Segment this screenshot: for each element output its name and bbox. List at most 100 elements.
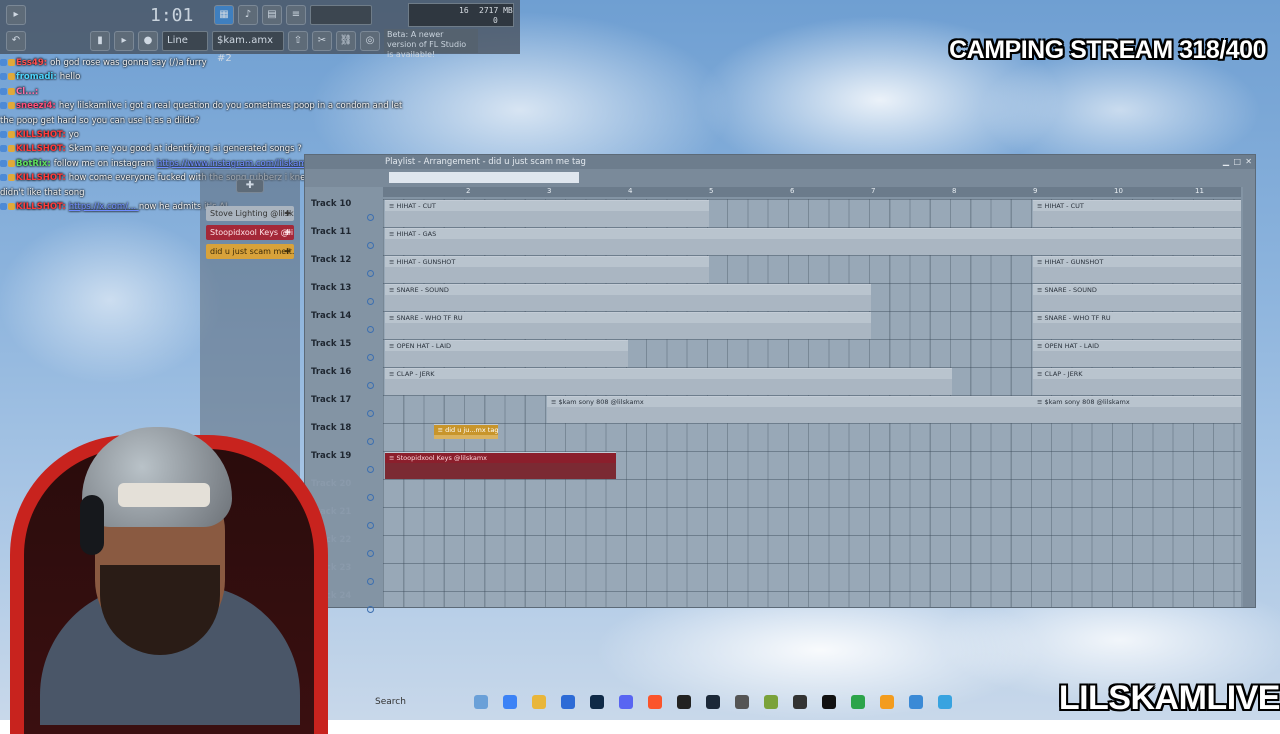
playlist-clip[interactable]: ≡ Stoopidxool Keys @lilskamx: [385, 452, 616, 479]
track-header[interactable]: Track 11: [311, 227, 377, 255]
app5-icon[interactable]: [851, 695, 865, 709]
track-mute-icon[interactable]: [367, 326, 374, 333]
chat-username[interactable]: sneezi4:: [16, 101, 56, 111]
track-header[interactable]: Track 15: [311, 339, 377, 367]
chat-link[interactable]: https://www.instagram.com/lilskamx/: [157, 159, 315, 169]
chat-username[interactable]: KILLSHOT:: [16, 173, 66, 183]
maximize-icon[interactable]: □: [1233, 155, 1241, 169]
chat-username[interactable]: KILLSHOT:: [16, 130, 66, 140]
track-mute-icon[interactable]: [367, 242, 374, 249]
app2-icon[interactable]: [764, 695, 778, 709]
playlist-clip[interactable]: ≡ OPEN HAT - LAID: [1033, 340, 1241, 367]
clip-label: ≡ SNARE - SOUND: [1033, 285, 1241, 295]
track-header[interactable]: Track 14: [311, 311, 377, 339]
fl-studio-icon[interactable]: [880, 695, 894, 709]
playlist-clip[interactable]: ≡ HIHAT - GUNSHOT: [1033, 256, 1241, 283]
playlist-clip[interactable]: ≡ CLAP - JERK: [1033, 368, 1241, 395]
pattern-item[interactable]: did u just scam me t... ✚: [206, 244, 294, 259]
pattern-item[interactable]: Stoopidxool Keys @li... ✚: [206, 225, 294, 240]
track-mute-icon[interactable]: [367, 214, 374, 221]
update-hint[interactable]: Beta: A newer version of FL Studio is av…: [384, 29, 478, 59]
wait-button[interactable]: ▮: [90, 31, 110, 51]
add-icon[interactable]: ✚: [284, 244, 291, 259]
snap-selector[interactable]: Line: [162, 31, 208, 51]
obs-icon[interactable]: [677, 695, 691, 709]
playlist-clip[interactable]: ≡ CLAP - JERK: [385, 368, 952, 395]
piano-roll-button[interactable]: ♪: [238, 5, 258, 25]
track-header[interactable]: Track 12: [311, 255, 377, 283]
close-icon[interactable]: ✕: [1245, 155, 1252, 169]
link-button[interactable]: ⛓: [336, 31, 356, 51]
store-icon[interactable]: [561, 695, 575, 709]
track-header[interactable]: Track 13: [311, 283, 377, 311]
chat-username[interactable]: BotRix:: [16, 159, 51, 169]
photoshop-icon[interactable]: [590, 695, 604, 709]
track-mute-icon[interactable]: [367, 298, 374, 305]
fl-toolbar: ▸ 1:01 ▦ ♪ ▤ ≡ ↶ ▮ ▸ ● Line $kam..amx #2…: [0, 0, 520, 64]
clip-label: ≡ Stoopidxool Keys @lilskamx: [385, 453, 616, 463]
playlist-clip[interactable]: ≡ $kam sony 808 @lilskamx: [1033, 396, 1241, 423]
mixer-button[interactable]: ≡: [286, 5, 306, 25]
globe-icon[interactable]: ◎: [360, 31, 380, 51]
song-time: 1:01: [150, 4, 194, 26]
copilot-icon[interactable]: [503, 695, 517, 709]
track-header[interactable]: Track 16: [311, 367, 377, 395]
playlist-clip[interactable]: ≡ SNARE - WHO TF RU: [1033, 312, 1241, 339]
channel-rack-button[interactable]: ▤: [262, 5, 282, 25]
pat-song-toggle[interactable]: ▸: [6, 5, 26, 25]
notepad-icon[interactable]: [938, 695, 952, 709]
add-icon[interactable]: ✚: [284, 206, 291, 221]
chat-username[interactable]: Cl...:: [16, 87, 38, 97]
playlist-window: Playlist - Arrangement - did u just scam…: [304, 154, 1256, 613]
steam-icon[interactable]: [706, 695, 720, 709]
playlist-clip[interactable]: ≡ HIHAT - GAS: [385, 228, 1241, 255]
taskbar-search[interactable]: Search: [365, 697, 465, 707]
playlist-clip[interactable]: ≡ SNARE - SOUND: [385, 284, 871, 311]
app3-icon[interactable]: [793, 695, 807, 709]
cut-button[interactable]: ✂: [312, 31, 332, 51]
track-mute-icon[interactable]: [367, 270, 374, 277]
chat-username[interactable]: Ess49:: [16, 58, 47, 68]
metronome-button[interactable]: ▸: [114, 31, 134, 51]
pattern-item[interactable]: Stove Lighting @lilsk... ✚: [206, 206, 294, 221]
playlist-clip[interactable]: ≡ did u ju...mx tag: [433, 424, 499, 439]
chat-username[interactable]: KILLSHOT:: [16, 144, 66, 154]
browser-header: ✚: [200, 170, 300, 202]
vertical-scrollbar[interactable]: [1243, 187, 1255, 607]
playlist-clip[interactable]: ≡ HIHAT - CUT: [1033, 200, 1241, 227]
add-icon[interactable]: ✚: [284, 225, 291, 240]
playlist-clip[interactable]: ≡ OPEN HAT - LAID: [385, 340, 628, 367]
master-volume-slider[interactable]: [310, 5, 372, 25]
track-header[interactable]: Track 10: [311, 199, 377, 227]
track-mute-icon[interactable]: [367, 354, 374, 361]
shift-button[interactable]: ⇧: [288, 31, 308, 51]
arrangement-name[interactable]: did u just scam me tag: [488, 157, 586, 167]
chat-username[interactable]: KILLSHOT:: [16, 202, 66, 212]
discord-icon[interactable]: [619, 695, 633, 709]
playlist-clip[interactable]: ≡ HIHAT - CUT: [385, 200, 709, 227]
arrangement-grid[interactable]: ≡ HIHAT - CUT ≡ HIHAT - CUT ≡ HIHAT - GAS ≡…: [383, 199, 1241, 607]
brave-icon[interactable]: [648, 695, 662, 709]
bar-ruler[interactable]: 2 3 4 5 6 7 8 9 10 11: [383, 187, 1241, 197]
chat-badge-icon: [0, 145, 7, 153]
bar-number: 5: [709, 187, 714, 195]
app6-icon[interactable]: [909, 695, 923, 709]
file-explorer-icon[interactable]: [532, 695, 546, 709]
app-icon[interactable]: [735, 695, 749, 709]
record-button[interactable]: ●: [138, 31, 158, 51]
playlist-clip[interactable]: ≡ HIHAT - GUNSHOT: [385, 256, 709, 283]
chat-link[interactable]: https://x.com/...: [69, 202, 139, 212]
horizontal-scrollbar[interactable]: [389, 172, 579, 183]
pattern-selector[interactable]: $kam..amx #2: [212, 31, 284, 64]
undo-button[interactable]: ↶: [6, 31, 26, 51]
app4-icon[interactable]: [822, 695, 836, 709]
playlist-clip[interactable]: ≡ SNARE - SOUND: [1033, 284, 1241, 311]
chat-username[interactable]: fromadi:: [16, 72, 57, 82]
track-mute-icon[interactable]: [367, 382, 374, 389]
add-pattern-button[interactable]: ✚: [236, 179, 264, 193]
stream-title: CAMPING STREAM 318/400: [949, 36, 1266, 64]
playlist-button[interactable]: ▦: [214, 5, 234, 25]
playlist-clip[interactable]: ≡ SNARE - WHO TF RU: [385, 312, 871, 339]
minimize-icon[interactable]: ▁: [1223, 155, 1229, 169]
weather-icon[interactable]: [474, 695, 488, 709]
